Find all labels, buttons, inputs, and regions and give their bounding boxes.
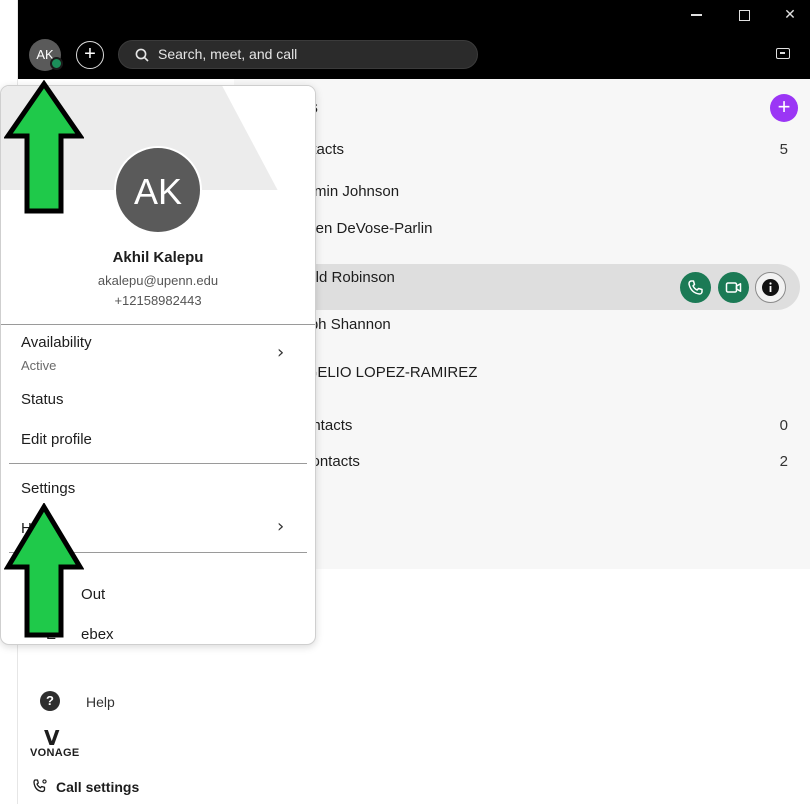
minimize-icon bbox=[690, 14, 702, 16]
group-count: 0 bbox=[779, 417, 788, 434]
annotation-arrow-up-icon bbox=[4, 80, 84, 214]
contact-group-header[interactable]: ontacts 0 bbox=[234, 414, 810, 440]
webex-app-window: ✕ AK + ts + ntacts 5 njamin Johnson oree… bbox=[0, 0, 810, 804]
nav-help-label: Help bbox=[86, 694, 115, 710]
vonage-logo: V VONAGE bbox=[28, 726, 84, 762]
phone-settings-icon bbox=[33, 779, 47, 793]
minimize-button[interactable] bbox=[684, 4, 708, 26]
menu-divider bbox=[1, 324, 315, 325]
menu-item-label: Edit profile bbox=[21, 431, 92, 448]
header-bar: ✕ AK + bbox=[18, 0, 810, 79]
contact-row[interactable]: oreen DeVose-Parlin tive bbox=[234, 217, 800, 263]
phone-icon bbox=[688, 280, 703, 295]
video-icon bbox=[725, 282, 742, 293]
profile-name: Akhil Kalepu bbox=[112, 249, 204, 266]
menu-divider bbox=[9, 463, 307, 464]
contact-row[interactable]: OGELIO LOPEZ-RAMIREZ tive bbox=[234, 361, 800, 407]
contact-group-header[interactable]: contacts 2 bbox=[234, 450, 810, 476]
profile-email: akalepu@upenn.edu bbox=[97, 273, 219, 288]
search-icon bbox=[135, 48, 149, 62]
contact-info-button[interactable] bbox=[755, 272, 786, 303]
menu-item-label: Availability bbox=[21, 334, 92, 351]
info-icon bbox=[762, 279, 779, 296]
help-icon: ? bbox=[40, 691, 60, 711]
content-blank-area bbox=[234, 569, 810, 804]
call-settings-label: Call settings bbox=[56, 779, 140, 795]
availability-value: Active bbox=[21, 358, 57, 373]
add-button[interactable]: + bbox=[76, 41, 104, 69]
search-bar[interactable] bbox=[118, 40, 478, 69]
annotation-arrow-up-icon bbox=[4, 503, 84, 638]
menu-item-label: Status bbox=[21, 391, 64, 408]
profile-phone: +12158982443 bbox=[114, 293, 202, 308]
contact-row[interactable]: seph Shannon tive bbox=[234, 313, 800, 359]
vonage-label: VONAGE bbox=[30, 747, 80, 759]
banner-decoration bbox=[201, 86, 315, 223]
call-button[interactable] bbox=[680, 272, 711, 303]
group-count: 2 bbox=[779, 453, 788, 470]
nav-help-item[interactable]: ? Help bbox=[40, 691, 220, 713]
contact-group-header[interactable]: ntacts 5 bbox=[234, 138, 810, 164]
close-button[interactable]: ✕ bbox=[778, 4, 802, 26]
menu-item-availability[interactable]: Availability bbox=[21, 334, 301, 358]
menu-item-edit-profile[interactable]: Edit profile bbox=[21, 431, 301, 455]
search-input[interactable] bbox=[158, 41, 458, 68]
chevron-right-icon: › bbox=[277, 342, 285, 363]
menu-item-label: Settings bbox=[21, 480, 76, 497]
menu-item-settings[interactable]: Settings bbox=[21, 480, 301, 504]
contact-name: OGELIO LOPEZ-RAMIREZ bbox=[294, 364, 478, 381]
add-contact-button[interactable]: + bbox=[770, 94, 798, 122]
group-count: 5 bbox=[779, 141, 788, 158]
maximize-button[interactable] bbox=[732, 4, 756, 26]
contact-row-selected[interactable]: arold Robinson tive bbox=[234, 264, 800, 310]
chevron-right-icon: › bbox=[277, 516, 285, 537]
presence-indicator bbox=[50, 57, 63, 70]
screen-share-icon[interactable] bbox=[776, 48, 790, 59]
menu-item-status[interactable]: Status bbox=[21, 391, 301, 415]
call-settings-link[interactable]: Call settings bbox=[32, 777, 212, 797]
profile-avatar: AK bbox=[114, 146, 202, 234]
video-call-button[interactable] bbox=[718, 272, 749, 303]
maximize-icon bbox=[738, 9, 750, 21]
